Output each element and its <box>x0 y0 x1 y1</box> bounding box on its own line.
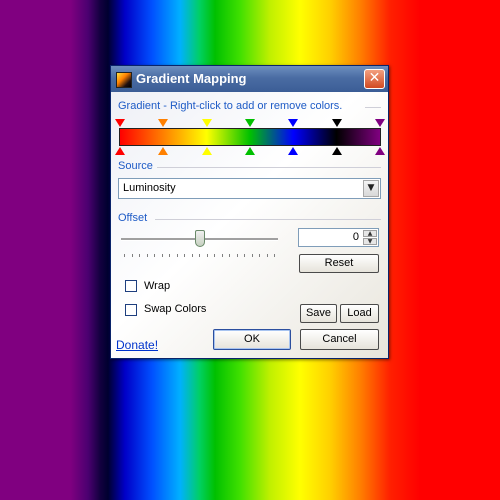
title-bar[interactable]: Gradient Mapping ✕ <box>111 66 388 92</box>
offset-slider-ticks <box>124 254 276 258</box>
source-selected-value: Luminosity <box>123 182 176 194</box>
gradient-stop-top-4[interactable] <box>288 119 299 127</box>
close-button[interactable]: ✕ <box>364 69 385 89</box>
save-button[interactable]: Save <box>300 304 337 323</box>
slider-tick <box>244 254 245 257</box>
gradient-stop-top-5[interactable] <box>331 119 342 127</box>
slider-tick <box>191 254 193 257</box>
dialog-client-area: Gradient - Right-click to add or remove … <box>111 92 388 358</box>
slider-tick <box>184 254 185 257</box>
swap-colors-checkbox[interactable] <box>125 304 137 316</box>
slider-tick <box>251 254 253 257</box>
slider-tick <box>139 254 140 257</box>
gradient-bar[interactable] <box>119 128 381 146</box>
source-section-label: Source <box>118 160 153 172</box>
window-title: Gradient Mapping <box>136 71 247 86</box>
gradient-stop-bottom-1[interactable] <box>158 147 169 155</box>
slider-tick <box>146 254 148 257</box>
gradient-stop-bottom-2[interactable] <box>201 147 212 155</box>
offset-separator <box>155 219 381 220</box>
gradient-stop-top-6[interactable] <box>375 119 385 127</box>
wrap-checkbox[interactable] <box>125 280 137 292</box>
gradient-stop-bottom-4[interactable] <box>288 147 299 155</box>
slider-tick <box>124 254 125 257</box>
slider-tick <box>206 254 208 257</box>
load-button[interactable]: Load <box>340 304 379 323</box>
gradient-stop-top-1[interactable] <box>158 119 169 127</box>
spin-up-icon[interactable]: ▲ <box>363 230 377 237</box>
slider-tick <box>229 254 230 257</box>
gradient-stop-bottom-6[interactable] <box>375 147 385 155</box>
gradient-separator <box>365 107 381 108</box>
spin-down-icon[interactable]: ▼ <box>363 238 377 245</box>
donate-link[interactable]: Donate! <box>116 338 158 352</box>
slider-tick <box>221 254 223 257</box>
chevron-down-icon[interactable]: ▼ <box>363 180 379 197</box>
slider-tick <box>154 254 155 257</box>
gradient-stop-bottom-0[interactable] <box>115 147 125 155</box>
slider-tick <box>176 254 178 257</box>
offset-value-stepper[interactable]: 0 ▲ ▼ <box>298 228 379 247</box>
offset-value: 0 <box>352 231 359 243</box>
wrap-label: Wrap <box>144 280 171 292</box>
gradient-stop-top-0[interactable] <box>115 119 125 127</box>
slider-tick <box>259 254 260 257</box>
slider-tick <box>169 254 170 257</box>
ok-button[interactable]: OK <box>213 329 291 350</box>
source-separator <box>157 167 381 168</box>
gradient-stop-top-3[interactable] <box>245 119 255 127</box>
gradient-stop-top-2[interactable] <box>201 119 212 127</box>
cancel-button[interactable]: Cancel <box>300 329 379 350</box>
close-icon: ✕ <box>368 70 381 86</box>
slider-tick <box>199 254 200 257</box>
slider-tick <box>214 254 215 257</box>
gradient-stop-bottom-3[interactable] <box>245 147 255 155</box>
gradient-mapping-dialog: Gradient Mapping ✕ Gradient - Right-clic… <box>110 65 389 359</box>
slider-tick <box>274 254 275 257</box>
gradient-section-label: Gradient - Right-click to add or remove … <box>118 100 343 112</box>
source-dropdown[interactable]: Luminosity ▼ <box>118 178 381 199</box>
slider-tick <box>131 254 133 257</box>
reset-button[interactable]: Reset <box>299 254 379 273</box>
slider-tick <box>161 254 163 257</box>
app-icon <box>116 72 132 88</box>
offset-slider-thumb[interactable] <box>194 230 205 247</box>
slider-tick <box>236 254 238 257</box>
gradient-stop-bottom-5[interactable] <box>331 147 342 155</box>
offset-section-label: Offset <box>118 212 148 224</box>
slider-tick <box>266 254 268 257</box>
swap-colors-label: Swap Colors <box>144 303 207 315</box>
